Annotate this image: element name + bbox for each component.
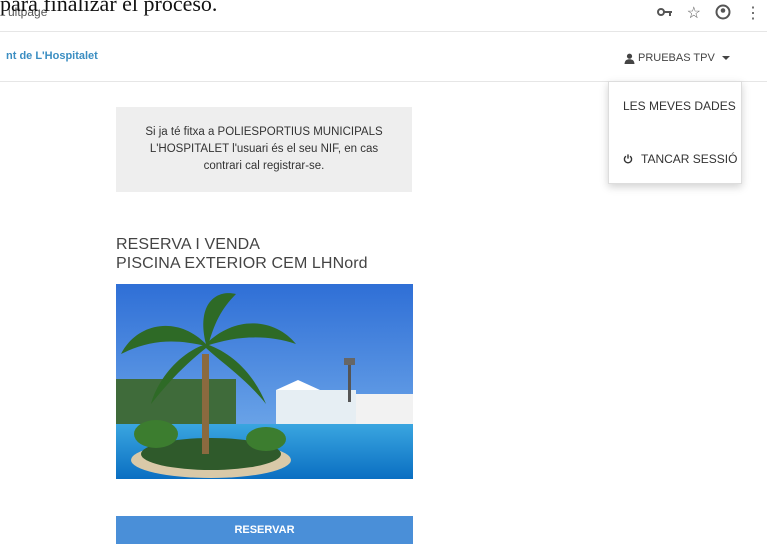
- product-title-line2: PISCINA EXTERIOR CEM LHNord: [116, 255, 368, 272]
- product-title-line1: RESERVA I VENDA: [116, 236, 261, 253]
- menu-item-label: TANCAR SESSIÓ: [641, 152, 738, 166]
- power-icon: [623, 154, 633, 164]
- menu-item-les-meves-dades[interactable]: LES MEVES DADES: [623, 99, 736, 113]
- user-dropdown-menu: LES MEVES DADES TANCAR SESSIÓ: [608, 81, 742, 184]
- brand-link[interactable]: nt de L'Hospitalet: [6, 50, 98, 62]
- user-name: PRUEBAS TPV: [638, 52, 715, 64]
- pool-photo: [116, 284, 413, 479]
- browser-icons: ☆ ⋮: [656, 3, 767, 25]
- caret-down-icon: [721, 56, 730, 60]
- menu-item-label: LES MEVES DADES: [623, 99, 736, 113]
- login-notice-box: Si ja té fitxa a POLIESPORTIUS MUNICIPAL…: [116, 107, 412, 192]
- product-title: RESERVA I VENDA PISCINA EXTERIOR CEM LHN…: [116, 235, 368, 273]
- key-icon[interactable]: [656, 6, 673, 22]
- login-notice-text: Si ja té fitxa a POLIESPORTIUS MUNICIPAL…: [145, 126, 383, 172]
- site-navbar: nt de L'Hospitalet PRUEBAS TPV: [0, 32, 767, 82]
- profile-icon[interactable]: [715, 4, 731, 24]
- user-menu-toggle[interactable]: PRUEBAS TPV: [624, 52, 730, 64]
- more-icon[interactable]: ⋮: [745, 6, 761, 22]
- menu-item-tancar-sessio[interactable]: TANCAR SESSIÓ: [623, 152, 737, 166]
- overlay-caption: para finalizar el proceso.: [0, 0, 218, 16]
- user-icon: [624, 53, 635, 64]
- pool-illustration: [116, 284, 413, 479]
- star-icon[interactable]: ☆: [687, 6, 701, 22]
